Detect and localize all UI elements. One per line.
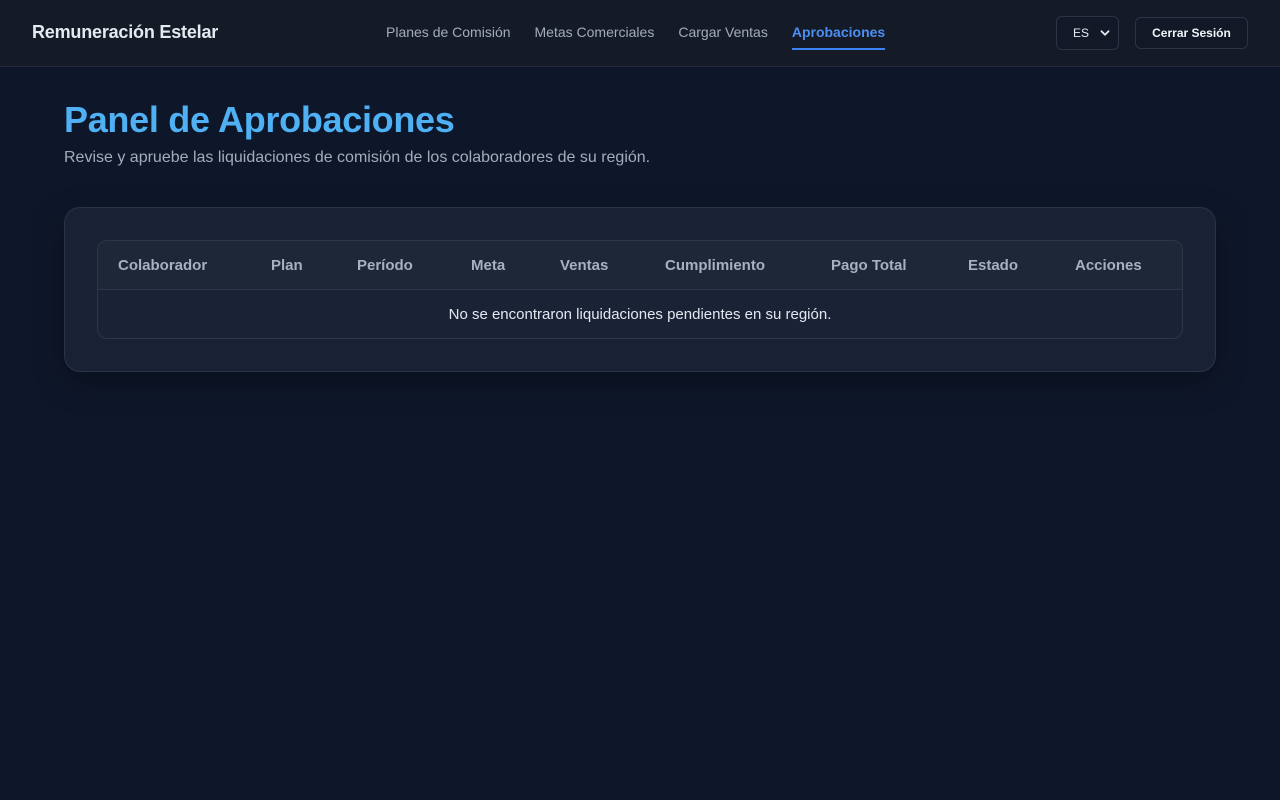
settlements-table: Colaborador Plan Período Meta Ventas Cum… bbox=[97, 240, 1183, 339]
table-header: Colaborador Plan Período Meta Ventas Cum… bbox=[98, 241, 1182, 290]
main-nav: Planes de Comisión Metas Comerciales Car… bbox=[386, 0, 909, 66]
top-navbar: Remuneración Estelar Planes de Comisión … bbox=[0, 0, 1280, 67]
logout-button[interactable]: Cerrar Sesión bbox=[1135, 17, 1248, 49]
approvals-card: Colaborador Plan Período Meta Ventas Cum… bbox=[64, 207, 1216, 372]
column-header-meta: Meta bbox=[471, 257, 506, 274]
language-select[interactable]: ES bbox=[1056, 16, 1119, 50]
column-header-plan: Plan bbox=[271, 257, 303, 274]
column-header-acciones: Acciones bbox=[1075, 257, 1142, 274]
nav-item-cargar-ventas[interactable]: Cargar Ventas bbox=[678, 0, 768, 50]
empty-state-message: No se encontraron liquidaciones pendient… bbox=[448, 306, 832, 323]
chevron-down-icon bbox=[1100, 30, 1110, 36]
column-header-cumplimiento: Cumplimiento bbox=[665, 257, 765, 274]
app-brand[interactable]: Remuneración Estelar bbox=[32, 22, 218, 43]
column-header-pago-total: Pago Total bbox=[831, 257, 907, 274]
language-select-value: ES bbox=[1073, 26, 1090, 40]
column-header-colaborador: Colaborador bbox=[118, 257, 208, 274]
column-header-estado: Estado bbox=[968, 257, 1019, 274]
page-title: Panel de Aprobaciones bbox=[64, 99, 455, 140]
nav-item-aprobaciones[interactable]: Aprobaciones bbox=[791, 0, 886, 50]
column-header-ventas: Ventas bbox=[560, 257, 609, 274]
page-subtitle: Revise y apruebe las liquidaciones de co… bbox=[64, 149, 651, 166]
nav-item-planes[interactable]: Planes de Comisión bbox=[386, 0, 511, 50]
column-header-periodo: Período bbox=[357, 257, 413, 274]
nav-item-metas[interactable]: Metas Comerciales bbox=[535, 0, 655, 50]
